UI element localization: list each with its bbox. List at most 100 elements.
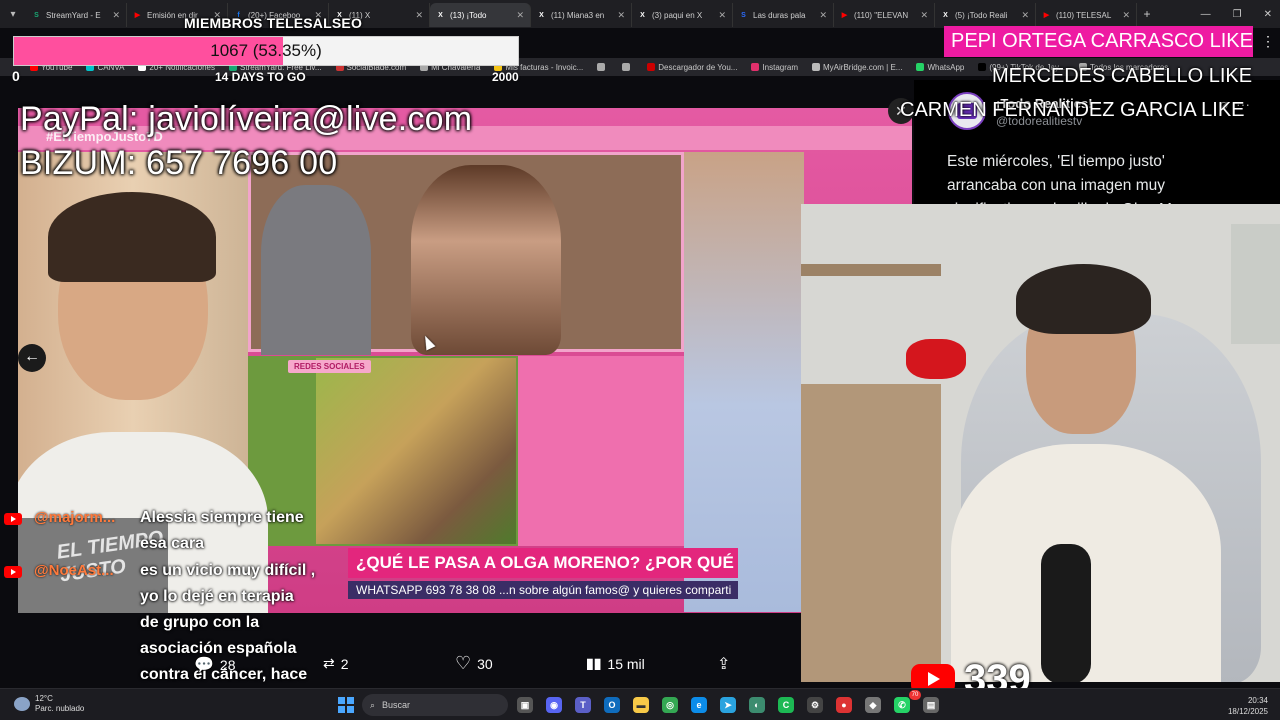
browser-tab[interactable]: ▶ (110) "ELEVAN ✕ (834, 3, 935, 27)
browser-tab[interactable]: X (11) Miana3 en ✕ (531, 3, 632, 27)
share-icon: ⇪ (717, 656, 731, 673)
taskbar-search[interactable]: ⌕ Buscar (362, 694, 508, 716)
bookmark-item[interactable]: Instagram (751, 63, 798, 72)
browser-tab[interactable]: X (3) paqui en X ✕ (632, 3, 733, 27)
video-panel-background-person (261, 185, 371, 355)
bookmark-item[interactable]: MyAirBridge.com | E... (812, 63, 902, 72)
heart-icon: ♡ (455, 653, 472, 673)
like-action[interactable]: ♡ 30 (455, 653, 493, 674)
like-count: 30 (477, 655, 493, 672)
tab-favicon-icon: ▶ (841, 11, 848, 19)
chat-message-line: Alessia siempre tiene (140, 509, 304, 526)
app-icon-gray[interactable]: ◆ (865, 697, 881, 713)
members-title: MIEMBROS TELESALSEO (184, 15, 363, 31)
window-controls: — ❐ ✕ (1201, 0, 1272, 28)
video-panel-face (411, 165, 561, 355)
members-progress-text: 1067 (53.35%) (210, 41, 322, 60)
bookmark-item[interactable] (597, 63, 608, 71)
tab-search-icon[interactable]: ▾ (0, 0, 26, 28)
tab-favicon-icon: S (34, 11, 39, 19)
teams-icon[interactable]: T (575, 697, 591, 713)
share-action[interactable]: ⇪ (717, 654, 730, 674)
edge-icon[interactable]: e (691, 697, 707, 713)
capcut-icon[interactable]: C (778, 697, 794, 713)
whatsapp-icon[interactable]: ✆ (894, 697, 910, 713)
app-icon-last[interactable]: ▤ (923, 697, 939, 713)
tab-favicon-icon: X (640, 11, 645, 19)
like-overlay-pepi: PEPI ORTEGA CARRASCO LIKE (944, 26, 1253, 57)
new-tab-icon[interactable]: + (1137, 7, 1157, 21)
tab-close-icon[interactable]: ✕ (415, 10, 423, 21)
webcam-shelf (801, 384, 941, 682)
bookmark-label: MyAirBridge.com | E... (823, 62, 903, 72)
chat-message-line: es un vicio muy difícil , (140, 562, 316, 579)
social-photo-image (316, 358, 516, 544)
tab-label: (3) paqui en X (652, 10, 703, 20)
tab-close-icon[interactable]: ✕ (516, 10, 524, 21)
tab-label: (110) TELESAL (1056, 10, 1112, 20)
weather-desc: Parc. nublado (35, 704, 85, 713)
browser-tab[interactable]: S StreamYard - E ✕ (26, 3, 127, 27)
tab-label: StreamYard - E (46, 10, 101, 20)
tab-close-icon[interactable]: ✕ (1021, 10, 1029, 21)
views-count: 15 mil (607, 655, 645, 672)
tab-favicon-icon: X (438, 11, 443, 19)
views-action[interactable]: ▮▮ 15 mil (586, 655, 645, 672)
tab-favicon-icon: S (741, 11, 746, 19)
minimize-icon[interactable]: — (1201, 9, 1211, 20)
bookmark-item[interactable]: Descargador de You... (647, 63, 737, 72)
left-person-hair (48, 192, 216, 282)
video-headline: ¿QUÉ LE PASA A OLGA MORENO? ¿POR QUÉ LLO… (348, 548, 738, 578)
video-pink-panel (518, 356, 684, 546)
browser-alt-icon[interactable]: ◐ (749, 697, 765, 713)
system-clock[interactable]: 20:34 18/12/2025 (1222, 695, 1268, 717)
browser-tab[interactable]: S Las duras pala ✕ (733, 3, 834, 27)
close-window-icon[interactable]: ✕ (1264, 9, 1272, 20)
tab-close-icon[interactable]: ✕ (718, 10, 726, 21)
discord-icon[interactable]: ◉ (546, 697, 562, 713)
video-right-person (684, 152, 804, 612)
members-progress-bar: 1067 (53.35%) (13, 36, 519, 66)
reply-action[interactable]: 💬 28 (194, 655, 236, 675)
whatsapp-badge: 70 (909, 690, 921, 700)
tab-close-icon[interactable]: ✕ (1122, 10, 1130, 21)
bookmark-item[interactable]: WhatsApp (916, 63, 964, 72)
like-overlay-carmen: CARMEN FERNANDEZ GARCIA LIKE (900, 99, 1245, 121)
app-icon-red[interactable]: ● (836, 697, 852, 713)
settings-icon[interactable]: ⚙ (807, 697, 823, 713)
task-view-icon[interactable]: ▣ (517, 697, 533, 713)
repost-action[interactable]: ⇄ 2 (323, 655, 349, 672)
bizum-text: BIZUM: 657 7696 00 (20, 144, 338, 182)
tab-close-icon[interactable]: ✕ (819, 10, 827, 21)
reply-count: 28 (219, 657, 236, 673)
file-explorer-icon[interactable]: ▬ (633, 697, 649, 713)
windows-taskbar: 12°C Parc. nublado ⌕ Buscar ▣ ◉ T O ▬ ◎ … (0, 688, 1280, 720)
cloud-icon (14, 697, 30, 711)
outlook-icon[interactable]: O (604, 697, 620, 713)
tab-close-icon[interactable]: ✕ (112, 10, 120, 21)
weather-widget[interactable]: 12°C Parc. nublado (14, 694, 84, 714)
tab-close-icon[interactable]: ✕ (920, 10, 928, 21)
tab-label: (11) Miana3 en (551, 10, 605, 20)
chrome-icon[interactable]: ◎ (662, 697, 678, 713)
tab-favicon-icon: ▶ (1043, 11, 1050, 19)
tab-close-icon[interactable]: ✕ (617, 10, 625, 21)
bookmark-icon (978, 63, 987, 71)
browser-tab[interactable]: ▶ (110) TELESAL ✕ (1036, 3, 1137, 27)
telegram-icon[interactable]: ➤ (720, 697, 736, 713)
maximize-icon[interactable]: ❐ (1233, 9, 1242, 20)
chat-message-line: de grupo con la (140, 614, 260, 631)
browser-tab[interactable]: X (5) ¡Todo Reali ✕ (935, 3, 1036, 27)
browser-tab[interactable]: X (13) ¡Todo ✕ (430, 3, 531, 27)
kebab-menu-icon[interactable]: ⋮ (1261, 33, 1275, 50)
weather-temp: 12°C (35, 694, 53, 703)
video-ticker: WHATSAPP 693 78 38 08 ...n sobre algún f… (348, 581, 738, 599)
tab-label: (110) "ELEVAN (854, 10, 909, 20)
screen: ▾ S StreamYard - E ✕ ▶ Emisión en dir ✕ f (20+)… (0, 0, 1280, 720)
bookmark-icon (597, 63, 606, 71)
webcam-wall-item (1231, 224, 1280, 344)
bookmark-item[interactable] (622, 63, 633, 71)
paypal-text: PayPal: javiolíveira@live.com (20, 100, 473, 138)
back-arrow-icon[interactable]: ← (18, 344, 46, 372)
windows-start-icon[interactable] (338, 697, 354, 713)
